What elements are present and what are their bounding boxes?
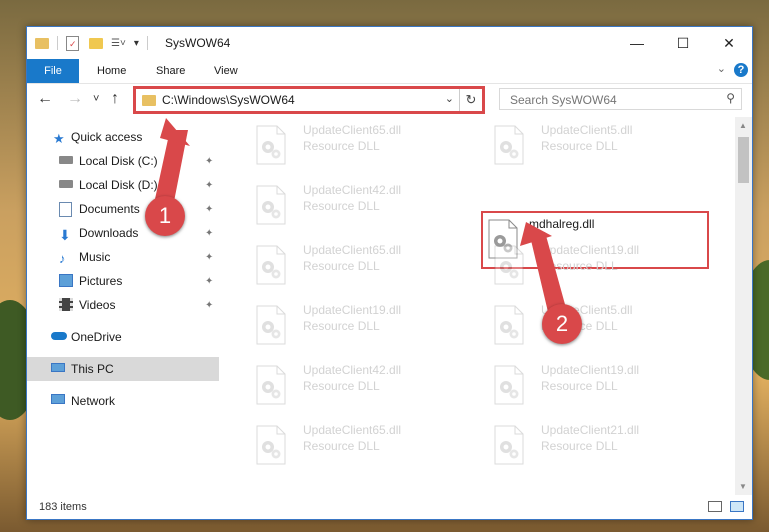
step-1-badge: 1 xyxy=(145,196,185,236)
step-2-badge: 2 xyxy=(542,304,582,344)
annotation-arrows xyxy=(150,118,566,312)
arrow-2 xyxy=(530,232,566,312)
